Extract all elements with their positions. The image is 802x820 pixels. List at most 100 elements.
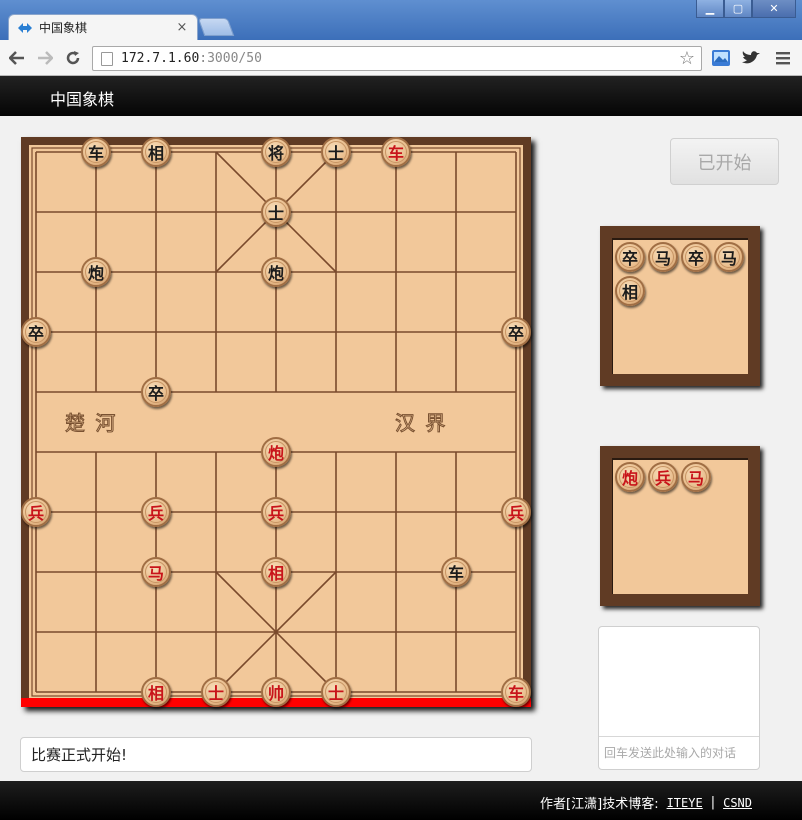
piece-label: 卒 [147, 384, 164, 403]
captured-piece-black[interactable]: 马 [714, 242, 744, 272]
board-piece-red[interactable]: 士 [321, 677, 351, 707]
board-piece-red[interactable]: 兵 [141, 497, 171, 527]
board-piece-red[interactable]: 兵 [261, 497, 291, 527]
piece-label: 相 [147, 684, 164, 703]
board-piece-black[interactable]: 卒 [141, 377, 171, 407]
piece-label: 卒 [27, 324, 44, 343]
new-tab-button[interactable] [197, 18, 235, 36]
piece-label: 炮 [267, 264, 284, 283]
chat-panel: 回车发送此处输入的对话 [598, 626, 760, 770]
board-piece-black[interactable]: 炮 [81, 257, 111, 287]
site-favicon-icon [17, 20, 33, 36]
footer-author: 作者[江潇]技术博客: [540, 797, 659, 812]
maximize-window-button[interactable]: ▢ [724, 0, 752, 18]
reload-icon[interactable] [62, 47, 84, 69]
forward-arrow-icon[interactable] [34, 47, 56, 69]
site-brand-link[interactable]: 中国象棋 [50, 86, 114, 110]
piece-label: 车 [447, 564, 464, 583]
chat-separator [599, 736, 759, 737]
captured-piece-black[interactable]: 马 [648, 242, 678, 272]
footer-link-csnd[interactable]: CSND [723, 796, 752, 810]
footer-separator: | [710, 795, 716, 810]
board-piece-black[interactable]: 士 [321, 137, 351, 167]
piece-label: 兵 [267, 504, 284, 523]
twitter-bird-icon[interactable] [740, 48, 762, 68]
site-header: 中国象棋 [0, 76, 802, 116]
chess-board[interactable]: 楚 河 汉 界 车相将士车士炮炮卒卒卒炮兵兵兵兵马相车相士帅士车 [21, 137, 531, 707]
board-piece-black[interactable]: 车 [81, 137, 111, 167]
close-window-button[interactable]: ✕ [752, 0, 796, 18]
captured-piece-black[interactable]: 卒 [615, 242, 645, 272]
minimize-window-button[interactable]: ▁ [696, 0, 724, 18]
board-piece-black[interactable]: 车 [441, 557, 471, 587]
piece-label: 车 [387, 144, 404, 163]
captured-piece-red[interactable]: 兵 [648, 462, 678, 492]
captured-pieces-top: 卒马卒马相 [600, 226, 760, 386]
board-piece-red[interactable]: 帅 [261, 677, 291, 707]
address-bar[interactable]: 172.7.1.60:3000/50 ☆ [92, 46, 702, 71]
browser-toolbar: 172.7.1.60:3000/50 ☆ [0, 40, 802, 76]
board-piece-red[interactable]: 兵 [501, 497, 531, 527]
photo-extension-icon[interactable] [710, 48, 732, 68]
captured-pieces-bottom: 炮兵马 [600, 446, 760, 606]
piece-label: 兵 [27, 504, 44, 523]
piece-label: 士 [327, 144, 344, 163]
captured-piece-black[interactable]: 相 [615, 276, 645, 306]
chat-input[interactable]: 回车发送此处输入的对话 [604, 744, 754, 761]
bookmark-star-icon[interactable]: ☆ [679, 48, 695, 69]
back-arrow-icon[interactable] [6, 47, 28, 69]
piece-label: 卒 [621, 249, 638, 268]
board-piece-red[interactable]: 车 [501, 677, 531, 707]
piece-label: 卒 [507, 324, 524, 343]
board-piece-black[interactable]: 士 [261, 197, 291, 227]
piece-label: 相 [621, 283, 638, 302]
board-piece-red[interactable]: 炮 [261, 437, 291, 467]
river-label-right: 汉 界 [394, 411, 448, 436]
piece-label: 马 [720, 249, 737, 268]
board-piece-black[interactable]: 相 [141, 137, 171, 167]
url-host: 172.7.1.60 [121, 51, 200, 66]
piece-label: 炮 [87, 264, 104, 283]
piece-label: 马 [654, 249, 671, 268]
piece-label: 车 [507, 684, 524, 703]
piece-label: 帅 [267, 684, 284, 703]
board-piece-black[interactable]: 卒 [21, 317, 51, 347]
site-footer: 作者[江潇]技术博客: ITEYE | CSND [0, 781, 802, 820]
captured-piece-red[interactable]: 马 [681, 462, 711, 492]
board-piece-red[interactable]: 马 [141, 557, 171, 587]
piece-label: 士 [327, 684, 344, 703]
piece-label: 兵 [147, 504, 164, 523]
piece-label: 士 [207, 684, 224, 703]
piece-label: 炮 [621, 469, 638, 488]
page-icon [101, 51, 113, 66]
start-game-button[interactable]: 已开始 [670, 138, 779, 185]
board-piece-red[interactable]: 士 [201, 677, 231, 707]
river-label-left: 楚 河 [64, 411, 118, 436]
piece-label: 炮 [267, 444, 284, 463]
board-piece-red[interactable]: 相 [261, 557, 291, 587]
board-piece-black[interactable]: 将 [261, 137, 291, 167]
tab-close-icon[interactable]: × [175, 20, 189, 35]
footer-link-iteye[interactable]: ITEYE [667, 796, 703, 810]
board-piece-black[interactable]: 炮 [261, 257, 291, 287]
piece-label: 马 [687, 469, 704, 488]
piece-label: 卒 [687, 249, 704, 268]
piece-label: 兵 [507, 504, 524, 523]
menu-icon[interactable] [772, 48, 794, 68]
board-piece-black[interactable]: 卒 [501, 317, 531, 347]
board-piece-red[interactable]: 车 [381, 137, 411, 167]
browser-tab[interactable]: 中国象棋 × [8, 14, 198, 40]
piece-label: 士 [267, 204, 284, 223]
captured-piece-black[interactable]: 卒 [681, 242, 711, 272]
piece-label: 马 [147, 564, 164, 583]
board-piece-red[interactable]: 相 [141, 677, 171, 707]
piece-label: 兵 [654, 469, 671, 488]
piece-label: 车 [87, 144, 104, 163]
piece-label: 相 [147, 144, 164, 163]
captured-piece-red[interactable]: 炮 [615, 462, 645, 492]
game-status-message: 比赛正式开始! [20, 737, 532, 772]
url-path: :3000/50 [199, 51, 262, 66]
piece-label: 相 [267, 564, 284, 583]
board-piece-red[interactable]: 兵 [21, 497, 51, 527]
tab-title: 中国象棋 [39, 21, 88, 35]
